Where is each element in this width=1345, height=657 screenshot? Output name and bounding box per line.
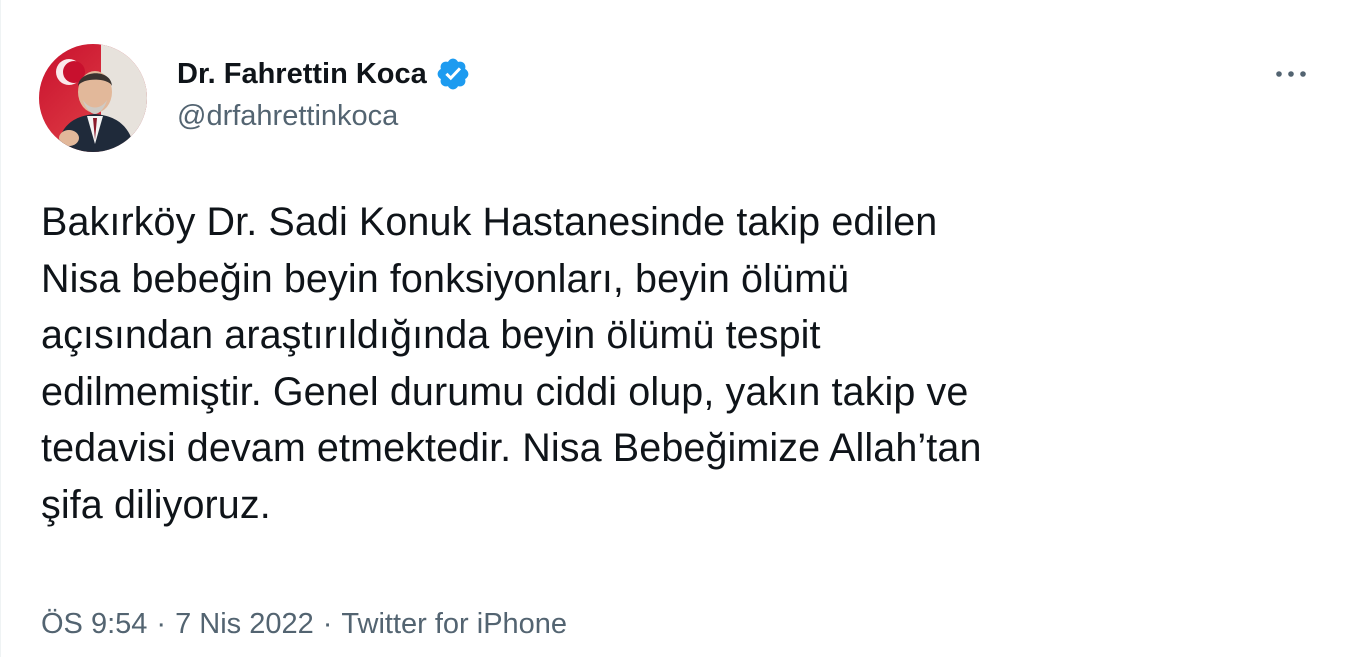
- tweet-source[interactable]: Twitter for iPhone: [341, 608, 567, 641]
- verified-badge-icon: [435, 56, 471, 92]
- tweet-text: Bakırköy Dr. Sadi Konuk Hastanesinde tak…: [41, 200, 982, 527]
- more-options-button[interactable]: [1269, 56, 1313, 92]
- tweet-metadata: ÖS 9:54 · 7 Nis 2022 · Twitter for iPhon…: [41, 608, 567, 641]
- author-avatar[interactable]: [39, 44, 147, 152]
- tweet-date[interactable]: 7 Nis 2022: [175, 608, 314, 641]
- tweet-card: Dr. Fahrettin Koca @drfahrettinkoca Bakı…: [0, 0, 1345, 657]
- profile-photo-icon: [39, 44, 147, 152]
- author-handle[interactable]: @drfahrettinkoca: [177, 100, 398, 133]
- meta-separator: ·: [156, 608, 167, 640]
- author-name-row: Dr. Fahrettin Koca: [177, 54, 471, 94]
- tweet-time[interactable]: ÖS 9:54: [41, 608, 147, 641]
- more-horizontal-icon: [1276, 71, 1306, 77]
- meta-separator: ·: [322, 608, 333, 640]
- author-display-name[interactable]: Dr. Fahrettin Koca: [177, 58, 427, 91]
